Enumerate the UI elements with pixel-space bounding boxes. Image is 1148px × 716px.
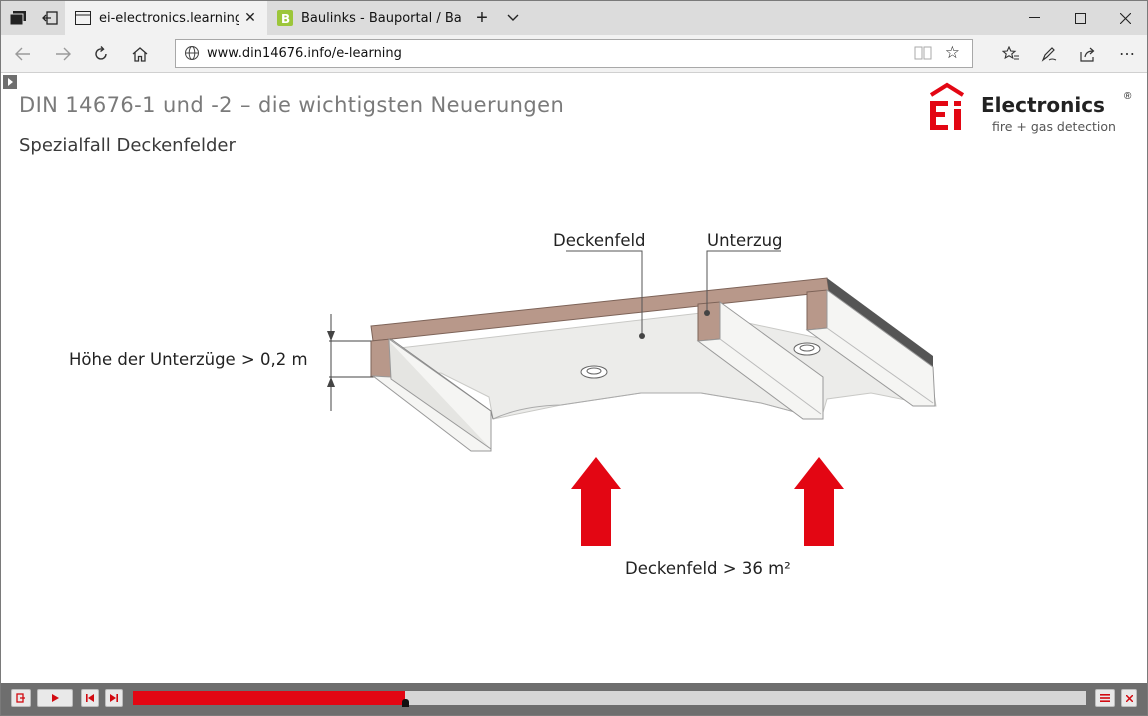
- url-text: www.din14676.info/e-learning: [207, 46, 402, 61]
- right-beam-end: [806, 289, 828, 331]
- progress-handle[interactable]: [402, 699, 409, 707]
- refresh-icon[interactable]: [81, 35, 121, 73]
- forward-arrow-icon[interactable]: [43, 35, 83, 73]
- skip-forward-icon: [110, 694, 118, 702]
- new-tab-icon[interactable]: +: [465, 1, 499, 35]
- svg-text:B: B: [281, 12, 290, 26]
- set-tabs-aside-icon[interactable]: [33, 1, 67, 35]
- page-icon: [75, 10, 91, 26]
- close-icon: [1125, 694, 1133, 702]
- navigation-bar: www.din14676.info/e-learning ☆ ⋯: [1, 35, 1147, 73]
- play-icon: [52, 694, 59, 702]
- label-hoehe-unterzuege: Höhe der Unterzüge > 0,2 m: [69, 350, 308, 369]
- browser-window: ei-electronics.learningsy ✕ B Baulinks -…: [0, 0, 1148, 716]
- toc-button[interactable]: [1095, 689, 1115, 707]
- close-player-button[interactable]: [1121, 689, 1137, 707]
- label-unterzug: Unterzug: [707, 231, 783, 250]
- chevron-down-icon[interactable]: [496, 1, 530, 35]
- previous-button[interactable]: [81, 689, 99, 707]
- height-dimension-line: [329, 314, 373, 411]
- favorite-star-icon[interactable]: ☆: [945, 43, 960, 63]
- label-deckenfeld-flaeche: Deckenfeld > 36 m²: [625, 559, 791, 578]
- tab-manager-icon[interactable]: [1, 1, 35, 35]
- table-of-contents-icon: [1100, 694, 1110, 702]
- player-controls: [1, 683, 1147, 715]
- address-bar[interactable]: www.din14676.info/e-learning ☆: [175, 39, 973, 68]
- up-arrow-icon: [794, 457, 844, 546]
- globe-icon: [184, 45, 200, 61]
- more-options-icon[interactable]: ⋯: [1107, 35, 1147, 73]
- play-button[interactable]: [37, 689, 73, 707]
- label-deckenfeld: Deckenfeld: [553, 231, 646, 250]
- left-beam-end: [370, 338, 392, 378]
- close-tab-icon[interactable]: ✕: [239, 10, 261, 26]
- exit-button[interactable]: [11, 689, 31, 707]
- tab-baulinks[interactable]: B Baulinks - Bauportal / Baum: [267, 1, 467, 35]
- favorites-list-icon[interactable]: [991, 35, 1031, 73]
- maximize-icon[interactable]: [1057, 1, 1103, 35]
- back-arrow-icon[interactable]: [3, 35, 43, 73]
- up-arrow-icon: [571, 457, 621, 546]
- reading-view-icon[interactable]: [914, 45, 932, 61]
- pen-notes-icon[interactable]: [1029, 35, 1069, 73]
- home-icon[interactable]: [120, 35, 160, 73]
- baulinks-b-icon: B: [277, 10, 293, 26]
- tab-bar: ei-electronics.learningsy ✕ B Baulinks -…: [1, 1, 1147, 35]
- progress-fill: [133, 691, 405, 705]
- e-learning-slide: DIN 14676-1 und -2 – die wichtigsten Neu…: [1, 73, 1147, 683]
- minimize-icon[interactable]: [1011, 1, 1057, 35]
- tab-label: ei-electronics.learningsy: [99, 10, 239, 26]
- progress-track[interactable]: [133, 691, 1086, 705]
- tab-label: Baulinks - Bauportal / Baum: [301, 10, 461, 26]
- skip-back-icon: [86, 694, 94, 702]
- next-button[interactable]: [105, 689, 123, 707]
- ceiling-diagram: [327, 250, 937, 546]
- smoke-detector-icon: [793, 342, 821, 356]
- close-window-icon[interactable]: [1102, 1, 1147, 35]
- exit-icon: [16, 693, 25, 703]
- smoke-detector-icon: [580, 365, 608, 379]
- share-icon[interactable]: [1068, 35, 1108, 73]
- unterzug-beam-end: [697, 301, 721, 342]
- tab-ei-electronics[interactable]: ei-electronics.learningsy ✕: [65, 1, 267, 35]
